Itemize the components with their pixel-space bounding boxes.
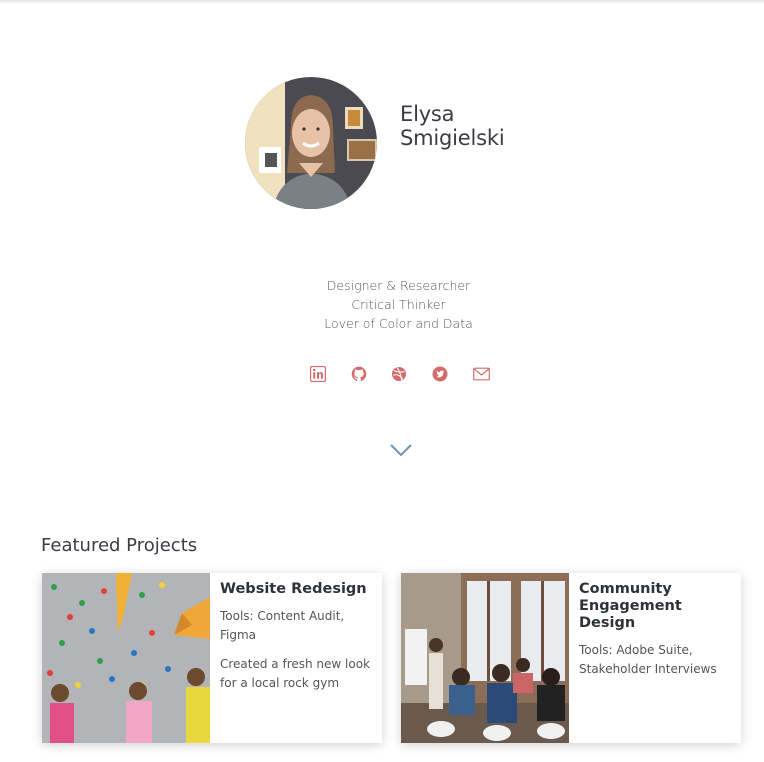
dribbble-icon bbox=[392, 367, 406, 381]
project-image-rock-gym bbox=[42, 573, 210, 743]
project-tools: Tools: Content Audit, Figma bbox=[220, 609, 345, 642]
email-icon bbox=[472, 367, 490, 381]
last-name: Smigielski bbox=[400, 126, 505, 150]
profile-name: Elysa Smigielski bbox=[400, 102, 505, 150]
first-name: Elysa bbox=[400, 102, 455, 126]
chevron-down-icon bbox=[390, 444, 412, 457]
project-body: Website Redesign Tools: Content Audit, F… bbox=[220, 581, 374, 703]
avatar bbox=[245, 77, 377, 209]
project-card-website-redesign[interactable]: Website Redesign Tools: Content Audit, F… bbox=[42, 573, 382, 743]
github-link[interactable] bbox=[348, 363, 370, 385]
tagline: Critical Thinker bbox=[351, 297, 446, 312]
project-title: Website Redesign bbox=[220, 581, 367, 597]
linkedin-icon bbox=[310, 366, 326, 382]
taglines: Designer & Researcher Critical Thinker L… bbox=[0, 276, 764, 333]
linkedin-link[interactable] bbox=[307, 363, 329, 385]
twitter-link[interactable] bbox=[429, 363, 451, 385]
project-tools: Tools: Adobe Suite, Stakeholder Intervie… bbox=[579, 643, 717, 676]
tagline: Designer & Researcher bbox=[326, 278, 471, 293]
section-title: Featured Projects bbox=[41, 535, 198, 556]
project-body: Community Engagement Design Tools: Adobe… bbox=[579, 581, 733, 689]
project-description: Created a fresh new look for a local roc… bbox=[220, 657, 371, 690]
top-bar bbox=[0, 0, 764, 3]
dribbble-link[interactable] bbox=[388, 363, 410, 385]
tagline: Lover of Color and Data bbox=[324, 316, 473, 331]
email-link[interactable] bbox=[470, 363, 492, 385]
twitter-icon bbox=[432, 366, 448, 382]
project-title: Community Engagement Design bbox=[579, 581, 682, 631]
project-image-meeting bbox=[401, 573, 569, 743]
social-links bbox=[307, 363, 497, 385]
scroll-down-button[interactable] bbox=[389, 441, 413, 459]
project-card-community-engagement[interactable]: Community Engagement Design Tools: Adobe… bbox=[401, 573, 741, 743]
github-icon bbox=[351, 366, 367, 381]
